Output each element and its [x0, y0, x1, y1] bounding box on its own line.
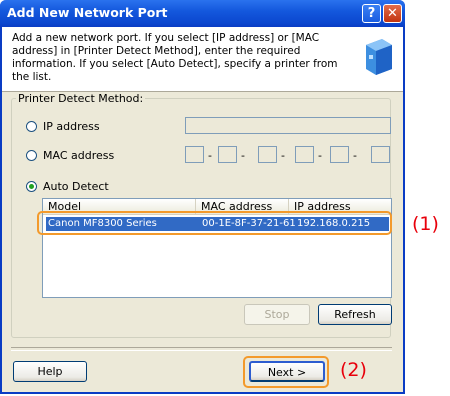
radio-button[interactable] — [26, 150, 37, 161]
radio-label: IP address — [43, 120, 100, 133]
callout-label-2: (2) — [340, 359, 367, 381]
mac-octet-2-field[interactable] — [218, 146, 237, 163]
ip-address-field[interactable] — [185, 117, 391, 134]
radio-auto-detect[interactable]: Auto Detect — [26, 180, 109, 193]
title-bar[interactable]: Add New Network Port ? ✕ — [0, 0, 405, 27]
mac-octet-1-field[interactable] — [185, 146, 204, 163]
radio-label: MAC address — [43, 149, 115, 162]
radio-label: Auto Detect — [43, 180, 109, 193]
mac-octet-4-field[interactable] — [295, 146, 314, 163]
callout-highlight-next — [243, 356, 329, 388]
mac-octet-5-field[interactable] — [330, 146, 349, 163]
mac-separator: - — [281, 149, 285, 162]
help-title-button[interactable]: ? — [362, 4, 381, 23]
description-banner: Add a new network port. If you select [I… — [2, 27, 403, 92]
radio-button-selected[interactable] — [26, 181, 37, 192]
radio-ip-address[interactable]: IP address — [26, 120, 100, 133]
callout-highlight-row — [37, 211, 392, 235]
mac-octet-6-field[interactable] — [371, 146, 390, 163]
mac-separator: - — [353, 149, 357, 162]
refresh-button[interactable]: Refresh — [318, 304, 392, 325]
add-network-port-dialog: Add New Network Port ? ✕ Add a new netwo… — [0, 0, 405, 394]
mac-separator: - — [318, 149, 322, 162]
help-button[interactable]: Help — [13, 361, 87, 382]
mac-separator: - — [241, 149, 245, 162]
radio-mac-address[interactable]: MAC address — [26, 149, 114, 162]
mac-separator: - — [208, 149, 212, 162]
group-label: Printer Detect Method: — [16, 92, 146, 105]
dialog-title: Add New Network Port — [7, 5, 168, 20]
divider — [11, 347, 392, 351]
callout-label-1: (1) — [412, 213, 439, 235]
close-button[interactable]: ✕ — [383, 4, 402, 23]
network-printer-icon — [366, 39, 392, 75]
mac-octet-3-field[interactable] — [258, 146, 277, 163]
radio-button[interactable] — [26, 121, 37, 132]
stop-button[interactable]: Stop — [244, 304, 310, 325]
description-text: Add a new network port. If you select [I… — [12, 32, 338, 83]
